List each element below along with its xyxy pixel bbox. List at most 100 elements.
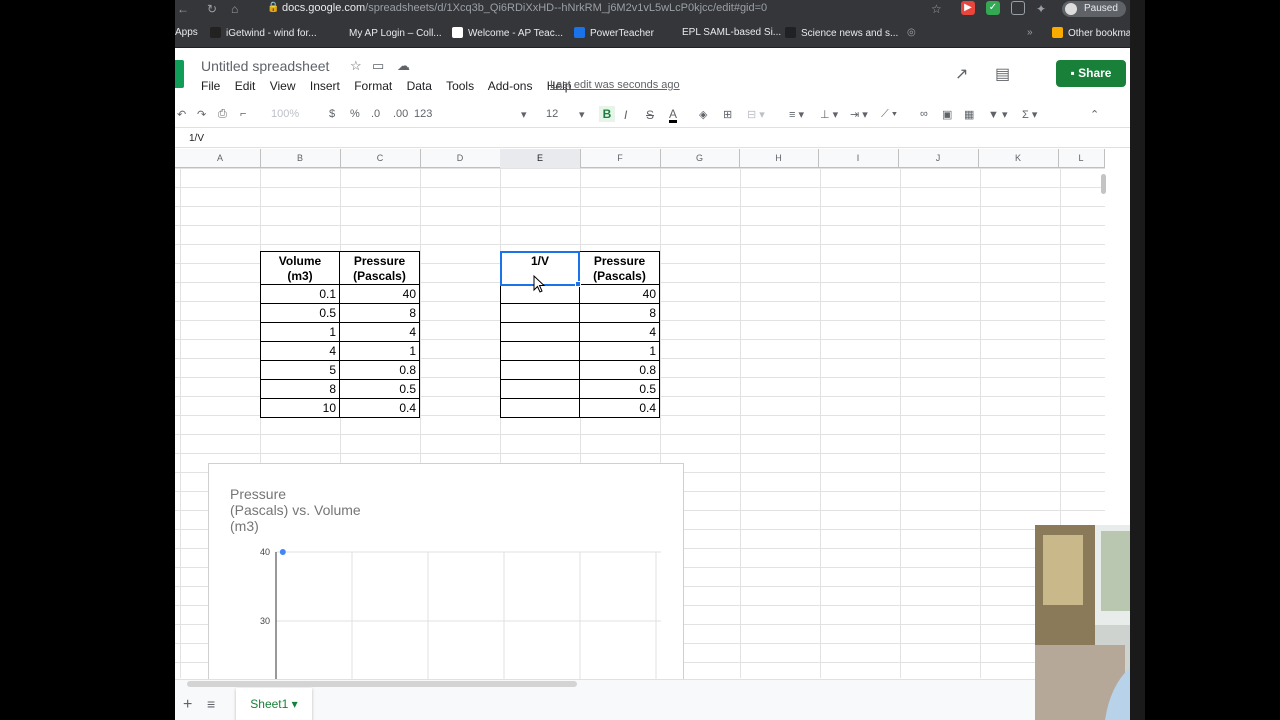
menu-tools[interactable]: Tools [446,79,474,93]
scatter-chart[interactable]: Pressure (Pascals) vs. Volume (m3) 40 30 [208,463,684,684]
percent-button[interactable]: % [350,108,360,120]
table-cell[interactable]: 0.5 [340,380,420,399]
extension-green-icon[interactable]: ✓ [986,1,1000,15]
table-cell[interactable]: 0.5 [580,380,660,399]
move-folder-icon[interactable]: ▭ [372,58,384,74]
zoom-select[interactable]: 100% [271,108,299,120]
sheets-logo-icon[interactable] [175,60,184,88]
table-cell[interactable] [500,380,580,399]
insert-comment-icon[interactable]: ▣ [942,108,952,121]
strikethrough-button[interactable]: S [646,108,654,122]
menu-addons[interactable]: Add-ons [488,79,533,93]
header-volume[interactable]: Volume (m3) [260,251,340,285]
url-text[interactable]: docs.google.com/spreadsheets/d/1Xcq3b_Qi… [282,2,767,14]
header-pressure-2[interactable]: Pressure (Pascals) [580,251,660,285]
table-cell[interactable]: 1 [340,342,420,361]
insert-chart-icon[interactable]: ▦ [964,108,974,121]
fill-color-icon[interactable]: ◈ [699,108,707,121]
reload-icon[interactable]: ↻ [207,2,217,16]
table-cell[interactable]: 0.4 [340,399,420,418]
italic-button[interactable]: I [624,108,627,122]
last-edit-link[interactable]: Last edit was seconds ago [550,79,680,91]
menu-insert[interactable]: Insert [310,79,340,93]
paint-format-icon[interactable]: ⌐ [240,108,246,120]
menu-format[interactable]: Format [354,79,392,93]
back-icon[interactable]: ← [177,2,189,16]
bookmark-star-icon[interactable]: ☆ [931,2,942,16]
menu-data[interactable]: Data [407,79,432,93]
table-cell[interactable]: 4 [260,342,340,361]
doc-title[interactable]: Untitled spreadsheet [201,58,329,74]
decrease-decimal-button[interactable]: .0 [371,108,380,120]
bookmark-ap-login[interactable]: My AP Login – Coll... [333,27,442,39]
extension-grid-icon[interactable] [1011,1,1025,15]
redo-icon[interactable]: ↷ [197,108,206,121]
currency-button[interactable]: $ [329,108,335,120]
table-cell[interactable]: 8 [580,304,660,323]
table-cell[interactable]: 4 [580,323,660,342]
table-cell[interactable]: 4 [340,323,420,342]
collapse-toolbar-icon[interactable]: ⌃ [1090,108,1099,121]
filter-icon[interactable]: ▼ ▾ [988,108,1007,121]
browser-address-bar[interactable]: ← ↻ ⌂ 🔒 docs.google.com/spreadsheets/d/1… [175,0,1130,19]
functions-icon[interactable]: Σ ▾ [1022,108,1037,121]
table-cell[interactable] [500,323,580,342]
formula-bar[interactable]: 1/V [175,129,1130,148]
bookmark-other[interactable]: Other bookma [1052,27,1130,39]
table-cell[interactable] [500,342,580,361]
col-header-l[interactable]: L [1058,149,1105,168]
print-icon[interactable]: ⎙ [218,108,227,121]
add-sheet-icon[interactable]: + [183,696,192,714]
table-cell[interactable]: 8 [340,304,420,323]
star-icon[interactable]: ☆ [350,58,362,74]
table-cell[interactable] [500,361,580,380]
vertical-align-icon[interactable]: ⊥ ▾ [820,108,838,121]
comments-icon[interactable]: ▤ [995,64,1010,84]
home-icon[interactable]: ⌂ [231,2,238,16]
col-header-d[interactable]: D [420,149,501,168]
bookmark-powerteacher[interactable]: PowerTeacher [574,27,654,39]
share-button[interactable]: ▪ Share [1056,60,1126,87]
explore-trend-icon[interactable]: ↗ [955,64,968,84]
extension-red-icon[interactable]: ▶ [961,1,975,15]
col-header-f[interactable]: F [580,149,661,168]
merge-cells-icon[interactable]: ⊟ ▾ [747,108,765,121]
borders-icon[interactable]: ⊞ [723,108,732,121]
table-cell[interactable]: 1 [580,342,660,361]
undo-icon[interactable]: ↶ [177,108,186,121]
col-header-i[interactable]: I [818,149,899,168]
font-family-dropdown-icon[interactable]: ▾ [521,108,527,121]
table-cell[interactable]: 1 [260,323,340,342]
font-size-dropdown-icon[interactable]: ▾ [579,108,585,121]
col-header-h[interactable]: H [739,149,819,168]
table-cell[interactable]: 0.5 [260,304,340,323]
bookmark-ap-teacher[interactable]: Welcome - AP Teac... [452,27,563,39]
table-cell[interactable]: 0.8 [340,361,420,380]
text-color-button[interactable]: A [669,108,678,123]
bookmark-science-news[interactable]: Science news and s... [785,27,898,39]
menu-edit[interactable]: Edit [235,79,256,93]
col-header-g[interactable]: G [660,149,740,168]
bookmark-epl[interactable]: EPL SAML-based Si... [682,27,781,38]
col-header-c[interactable]: C [340,149,421,168]
bookmark-apps[interactable]: Apps [175,27,198,38]
table-cell[interactable]: 0.1 [260,285,340,304]
table-cell[interactable]: 0.8 [580,361,660,380]
col-header-a[interactable]: A [180,149,261,168]
font-size-select[interactable]: 12 [546,108,558,120]
globe-icon[interactable]: ◎ [907,27,916,38]
bookmark-igetwind[interactable]: iGetwind - wind for... [210,27,317,39]
table-cell[interactable]: 40 [580,285,660,304]
more-bookmarks-icon[interactable]: » [1027,27,1033,38]
col-header-k[interactable]: K [978,149,1059,168]
all-sheets-menu-icon[interactable]: ≡ [207,696,215,712]
fill-handle[interactable] [575,281,581,287]
text-rotate-icon[interactable]: ⟋ ▾ [881,108,897,121]
menu-file[interactable]: File [201,79,220,93]
bold-button[interactable]: B [599,106,615,122]
menu-view[interactable]: View [270,79,296,93]
table-cell[interactable]: 0.4 [580,399,660,418]
col-header-e[interactable]: E [500,149,581,168]
table-cell[interactable]: 40 [340,285,420,304]
table-cell[interactable]: 10 [260,399,340,418]
